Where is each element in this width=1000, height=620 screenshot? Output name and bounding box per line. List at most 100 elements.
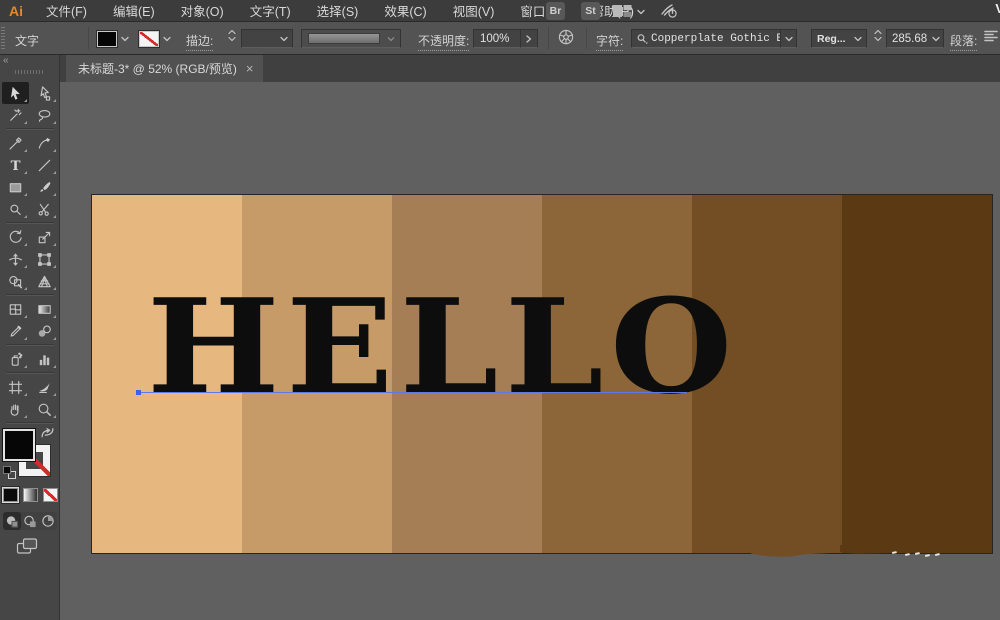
draw-behind-icon[interactable] [21,512,39,530]
font-family-chevron-button[interactable] [780,29,797,48]
tool-column-graph[interactable] [31,348,58,370]
menu-item-0[interactable]: 文件(F) [33,0,100,21]
tool-perspective-grid[interactable] [31,270,58,292]
drawing-mode-buttons [3,512,57,530]
stroke-weight-stepper[interactable] [227,29,237,42]
tool-curvature[interactable] [31,132,58,154]
chevron-down-icon [784,34,794,43]
fill-color-button[interactable] [97,29,130,48]
opacity-value: 100% [474,33,509,45]
tool-mesh[interactable] [2,298,29,320]
tool-group-divider [0,420,60,426]
collapse-panel-icon[interactable]: « [3,55,9,66]
menu-item-3[interactable]: 文字(T) [237,0,304,21]
draw-inside-icon[interactable] [39,512,57,530]
gradient-button[interactable] [23,488,38,502]
tool-free-transform[interactable] [31,248,58,270]
tool-magic-wand[interactable] [2,104,29,126]
menu-item-5[interactable]: 效果(C) [371,0,439,21]
font-style-value: Reg... [812,33,853,45]
color-button[interactable] [3,488,18,502]
menu-item-1[interactable]: 编辑(E) [100,0,168,21]
tool-type[interactable]: T [2,154,29,176]
font-style-combobox[interactable]: Reg... [811,29,867,48]
stroke-weight-combobox[interactable] [241,29,293,48]
stroke-none-swatch [139,31,159,47]
tool-scale[interactable] [31,226,58,248]
tool-rectangle[interactable] [2,176,29,198]
tools-panel: « T [0,55,60,620]
document-title: 未标题-3* @ 52% (RGB/预览) [78,60,237,77]
tool-symbol-sprayer[interactable] [2,348,29,370]
tool-pen[interactable] [2,132,29,154]
font-family-combobox[interactable]: Copperplate Gothic Bo [631,29,781,48]
opacity-input[interactable]: 100% [473,29,521,48]
stroke-panel-link[interactable]: 描边: [186,32,213,51]
stroke-weight-chevron-icon [279,34,289,43]
font-size-chevron-icon [931,34,941,43]
gpu-performance-icon[interactable] [660,2,678,19]
canvas-pasteboard[interactable]: HELLO [60,82,1000,620]
workspace-chevron-down-icon[interactable] [636,7,646,16]
tool-row [0,176,60,198]
tool-shape-builder[interactable] [2,270,29,292]
clipped-text-fragment: V [995,1,1000,16]
anchor-point[interactable] [136,390,141,395]
font-size-combobox[interactable]: 285.68 [886,29,944,48]
stroke-profile-dropdown[interactable] [301,29,401,48]
tool-rotate[interactable] [2,226,29,248]
tool-artboard[interactable] [2,376,29,398]
default-fill-stroke-icon[interactable] [3,466,17,480]
stroke-color-button[interactable] [139,29,172,48]
none-button[interactable] [43,488,58,502]
tool-row [0,132,60,154]
tool-slice[interactable] [31,376,58,398]
draw-normal-icon[interactable] [3,512,21,530]
tool-width[interactable] [2,248,29,270]
tool-gradient[interactable] [31,298,58,320]
tool-grid: T [0,82,60,426]
svg-text:T: T [11,158,21,173]
bridge-button[interactable]: Br [546,2,565,20]
close-tab-icon[interactable]: × [246,62,254,75]
workspace-switcher-icon[interactable] [612,4,632,18]
tool-selection[interactable] [2,82,29,104]
context-label: 文字 [15,32,39,49]
tool-hand[interactable] [2,398,29,420]
tool-paintbrush[interactable] [31,176,58,198]
menu-item-7[interactable]: 窗口(W) [507,0,578,21]
paragraph-align-icon[interactable] [984,30,998,42]
opacity-expand-button[interactable] [520,29,538,48]
tool-shaper[interactable] [2,198,29,220]
menu-item-4[interactable]: 选择(S) [304,0,372,21]
panel-grip[interactable] [15,70,45,74]
stock-button[interactable]: St [581,2,600,20]
screen-mode-icon[interactable] [16,538,38,554]
controlbar-grip[interactable] [1,27,5,49]
tool-row [0,320,60,342]
tool-lasso[interactable] [31,104,58,126]
tool-zoom[interactable] [31,398,58,420]
tool-row [0,348,60,370]
paragraph-panel-link[interactable]: 段落: [950,32,977,51]
menu-item-2[interactable]: 对象(O) [168,0,237,21]
font-size-stepper[interactable] [873,29,883,42]
artboard[interactable]: HELLO [92,195,992,553]
tool-line-segment[interactable] [31,154,58,176]
swap-fill-stroke-icon[interactable] [40,428,55,438]
fill-indicator[interactable] [3,429,35,461]
text-baseline-path[interactable] [137,392,687,393]
character-panel-link[interactable]: 字符: [596,32,623,51]
document-tab[interactable]: 未标题-3* @ 52% (RGB/预览) × [66,55,263,82]
menu-item-6[interactable]: 视图(V) [440,0,508,21]
stroke-chevron-down-icon [162,34,172,43]
tool-row [0,248,60,270]
profile-chevron-icon [386,34,396,43]
opacity-panel-link[interactable]: 不透明度: [418,32,469,51]
tool-direct-selection[interactable] [31,82,58,104]
recolor-artwork-icon[interactable] [558,29,575,46]
tool-row [0,298,60,320]
tool-eyedropper[interactable] [2,320,29,342]
tool-blend[interactable] [31,320,58,342]
tool-scissors[interactable] [31,198,58,220]
